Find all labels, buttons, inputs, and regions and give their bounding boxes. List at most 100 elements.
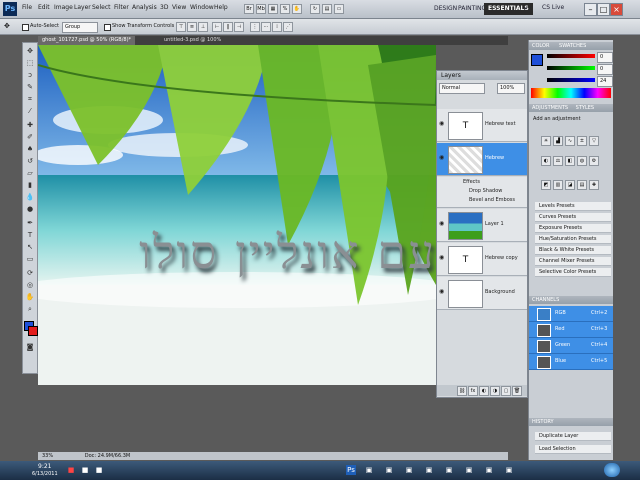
mask-icon[interactable]: ◐ — [479, 386, 489, 396]
minimize-icon[interactable]: – — [584, 3, 597, 16]
history-brush-tool-icon[interactable]: ↺ — [25, 157, 35, 166]
red-value[interactable]: 0 — [597, 52, 613, 63]
layer-row[interactable]: ◉ Layer 1 — [437, 209, 527, 242]
align-buttons[interactable]: ⊤ ≡ ⊥ ⊢ ‖ ⊣ ⋮ ⋯ ⁞ ⋰ — [176, 22, 316, 32]
menu-image[interactable]: Image — [54, 4, 73, 11]
menu-analysis[interactable]: Analysis — [132, 4, 157, 11]
path-select-tool-icon[interactable]: ↖ — [25, 243, 35, 252]
green-value[interactable]: 0 — [597, 64, 613, 75]
arrange-icons[interactable]: ↻ ▤ ▭ — [310, 4, 370, 14]
preset-levels[interactable]: Levels Presets — [535, 202, 611, 211]
blue-value[interactable]: 24 — [597, 76, 613, 87]
green-slider[interactable] — [547, 66, 595, 70]
close-icon[interactable]: × — [610, 3, 623, 16]
stamp-tool-icon[interactable]: ♠ — [25, 145, 35, 154]
new-layer-icon[interactable]: ▢ — [501, 386, 511, 396]
adjustments-tab[interactable]: ADJUSTMENTS — [529, 105, 568, 111]
fx-icon[interactable]: fx — [468, 386, 478, 396]
align-right-icon[interactable]: ⊣ — [234, 22, 244, 32]
distribute-3-icon[interactable]: ⁞ — [272, 22, 282, 32]
brightness-icon[interactable]: ☀ — [541, 136, 551, 146]
menu-view[interactable]: View — [172, 4, 186, 11]
blend-mode-select[interactable]: Normal — [439, 83, 485, 94]
menu-filter[interactable]: Filter — [114, 4, 129, 11]
cs-live[interactable]: CS Live — [542, 4, 564, 11]
document-tab-2[interactable]: untitled-3.psd @ 100% — [160, 36, 225, 45]
preset-selective-color[interactable]: Selective Color Presets — [535, 268, 611, 277]
menu-file[interactable]: File — [22, 4, 32, 11]
taskbar-app-icon[interactable]: ▣ — [484, 465, 494, 475]
show-transform-checkbox[interactable] — [104, 24, 111, 31]
preset-exposure[interactable]: Exposure Presets — [535, 224, 611, 233]
align-vcenter-icon[interactable]: ≡ — [187, 22, 197, 32]
channel-row[interactable]: RGB Ctrl+2 — [529, 306, 613, 322]
blur-tool-icon[interactable]: 💧 — [25, 193, 35, 202]
taskbar-app-icon[interactable]: ■ — [66, 465, 76, 475]
visibility-eye-icon[interactable]: ◉ — [439, 289, 445, 295]
gradient-map-icon[interactable]: ▤ — [577, 180, 587, 190]
channel-row[interactable]: Blue Ctrl+5 — [529, 354, 613, 370]
menu-3d[interactable]: 3D — [160, 4, 168, 11]
document-tab-active[interactable]: ghost_101727.psd @ 50% (RGB/8)* — [38, 36, 136, 45]
photoshop-logo-icon[interactable]: Ps — [3, 2, 17, 16]
history-item[interactable]: Duplicate Layer — [535, 432, 611, 441]
layer-row[interactable]: ◉ T Hebrew copy — [437, 243, 527, 276]
align-top-icon[interactable]: ⊤ — [176, 22, 186, 32]
trash-icon[interactable]: 🗑 — [512, 386, 522, 396]
bridge-icon[interactable]: Br — [244, 4, 254, 14]
taskbar-photoshop-icon[interactable]: Ps — [346, 465, 356, 475]
taskbar-app-icon[interactable]: ▣ — [424, 465, 434, 475]
eraser-tool-icon[interactable]: ▱ — [25, 169, 35, 178]
distribute-2-icon[interactable]: ⋯ — [261, 22, 271, 32]
adjustment-icon[interactable]: ◑ — [490, 386, 500, 396]
curves-icon[interactable]: ∿ — [565, 136, 575, 146]
blue-slider[interactable] — [547, 78, 595, 82]
align-bottom-icon[interactable]: ⊥ — [198, 22, 208, 32]
color-balance-icon[interactable]: ⚖ — [553, 156, 563, 166]
launch-bridge-icons[interactable]: Br Mb ▦ % ✋ — [244, 4, 304, 14]
zoom-level[interactable]: 33% — [38, 453, 53, 459]
taskbar-app-icon[interactable]: ▣ — [504, 465, 514, 475]
history-item[interactable]: Load Selection — [535, 445, 611, 454]
visibility-eye-icon[interactable]: ◉ — [439, 155, 445, 161]
preset-black-white[interactable]: Black & White Presets — [535, 246, 611, 255]
quick-mask-icon[interactable]: ◙ — [25, 343, 35, 352]
crop-tool-icon[interactable]: ⌗ — [25, 95, 35, 104]
channel-row[interactable]: Red Ctrl+3 — [529, 322, 613, 338]
levels-icon[interactable]: ▟ — [553, 136, 563, 146]
align-left-icon[interactable]: ⊢ — [212, 22, 222, 32]
rotate-view-icon[interactable]: ↻ — [310, 4, 320, 14]
zoom-level-icon[interactable]: % — [280, 4, 290, 14]
photo-filter-icon[interactable]: ◍ — [577, 156, 587, 166]
layer-row[interactable]: ◉ Background — [437, 277, 527, 310]
selective-color-icon[interactable]: ✚ — [589, 180, 599, 190]
preset-curves[interactable]: Curves Presets — [535, 213, 611, 222]
healing-tool-icon[interactable]: ✚ — [25, 121, 35, 130]
bw-icon[interactable]: ◧ — [565, 156, 575, 166]
channels-panel-header[interactable]: CHANNELS — [529, 296, 613, 304]
effects-label[interactable]: Effects — [463, 179, 480, 185]
menu-window[interactable]: Window — [190, 4, 214, 11]
vibrance-icon[interactable]: ▽ — [589, 136, 599, 146]
quick-select-tool-icon[interactable]: ✎ — [25, 83, 35, 92]
effect-bevel-emboss[interactable]: Bevel and Emboss — [469, 197, 515, 203]
taskbar-app-icon[interactable]: ■ — [80, 465, 90, 475]
eyedropper-tool-icon[interactable]: ⁄ — [25, 107, 35, 116]
color-tab[interactable]: COLOR — [529, 43, 549, 49]
maximize-icon[interactable]: □ — [597, 3, 610, 16]
lasso-tool-icon[interactable]: ↄ — [25, 71, 35, 80]
opacity-field[interactable]: 100% — [497, 83, 525, 94]
layer-row[interactable]: ◉ T Hebrew text — [437, 109, 527, 142]
guides-icon[interactable]: ▦ — [268, 4, 278, 14]
taskbar-app-icon[interactable]: ▣ — [364, 465, 374, 475]
styles-tab[interactable]: STYLES — [570, 105, 594, 111]
red-slider[interactable] — [547, 54, 595, 58]
minibridge-icon[interactable]: Mb — [256, 4, 266, 14]
hebrew-text-layer[interactable]: עם אונליין סולו — [38, 225, 436, 279]
screen-mode-icon[interactable]: ▭ — [334, 4, 344, 14]
auto-select-mode-select[interactable]: Group — [62, 22, 98, 33]
menu-select[interactable]: Select — [92, 4, 111, 11]
taskbar-app-icon[interactable]: ▣ — [384, 465, 394, 475]
pen-tool-icon[interactable]: ✒ — [25, 219, 35, 228]
align-hcenter-icon[interactable]: ‖ — [223, 22, 233, 32]
